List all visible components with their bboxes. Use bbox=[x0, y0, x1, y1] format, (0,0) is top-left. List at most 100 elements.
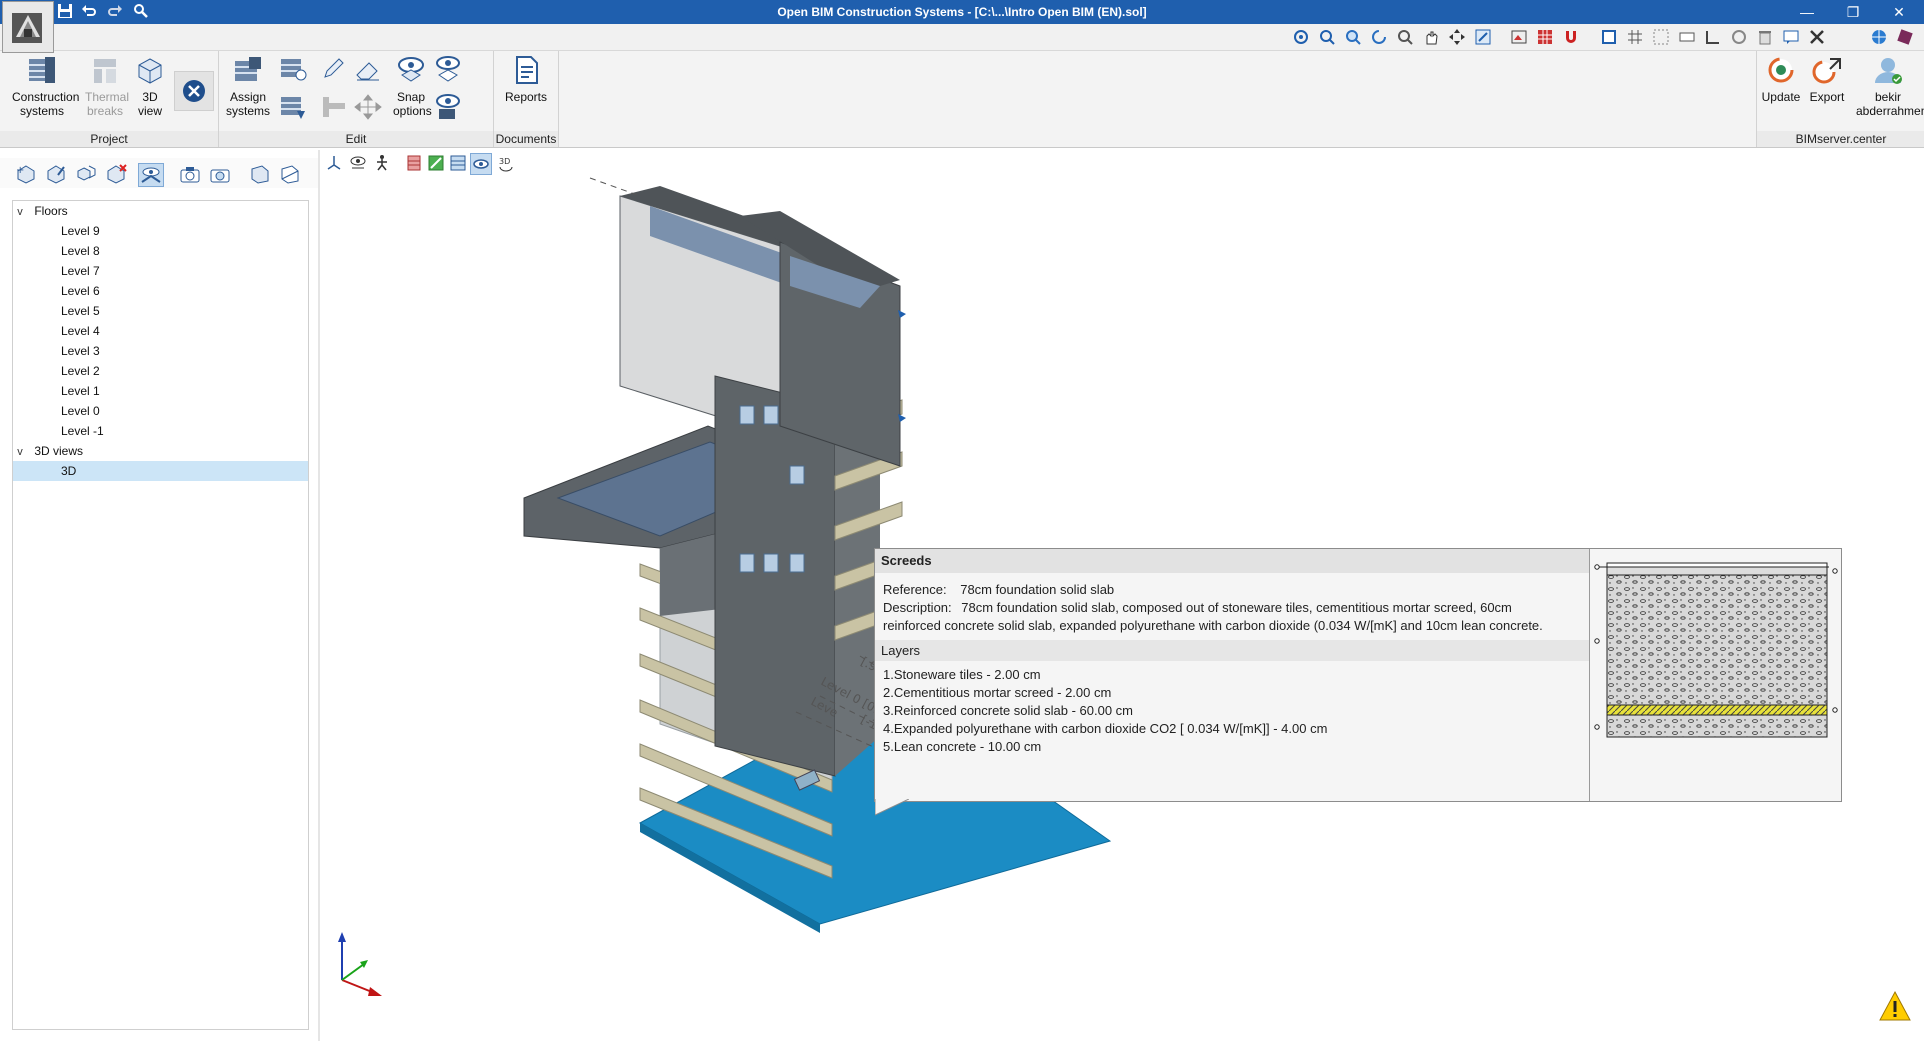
reports-button[interactable]: Reports bbox=[500, 55, 552, 104]
undo-icon[interactable] bbox=[80, 3, 98, 21]
report-icon bbox=[516, 56, 538, 84]
user-account-button[interactable]: bekir abderrahmen bbox=[1851, 55, 1924, 118]
eye-toggle-icon[interactable] bbox=[470, 153, 492, 175]
tools-icon[interactable] bbox=[1808, 28, 1826, 46]
refresh-icon[interactable] bbox=[1370, 28, 1388, 46]
restore-button[interactable]: ❐ bbox=[1830, 0, 1876, 24]
materials-icon[interactable] bbox=[426, 153, 446, 173]
tree-item-level[interactable]: Level 7 bbox=[13, 261, 308, 281]
save-icon[interactable] bbox=[56, 3, 74, 21]
edit-view-icon[interactable] bbox=[44, 163, 68, 185]
tooltip-title: Screeds bbox=[875, 549, 1589, 573]
redraw-icon[interactable] bbox=[1730, 28, 1748, 46]
orbit-icon[interactable] bbox=[1292, 28, 1310, 46]
documents-group: Reports Documents bbox=[494, 51, 559, 147]
dotted-grid-icon[interactable] bbox=[1652, 28, 1670, 46]
export-button[interactable]: Export bbox=[1805, 55, 1849, 104]
delete-icon[interactable] bbox=[1756, 28, 1774, 46]
export-image-icon[interactable] bbox=[1510, 28, 1528, 46]
tree-node-3d-views[interactable]: v 3D views bbox=[13, 441, 308, 461]
move-icon[interactable] bbox=[353, 93, 383, 121]
tree-item-level[interactable]: Level 4 bbox=[13, 321, 308, 341]
chevron-down-icon[interactable]: v bbox=[13, 202, 27, 222]
tree-item-3d-view[interactable]: 3D bbox=[13, 461, 308, 481]
fit-view-icon[interactable] bbox=[1474, 28, 1492, 46]
axes-gizmo bbox=[338, 932, 382, 996]
tree-toolbar: + bbox=[0, 158, 318, 188]
snap-eye-icon bbox=[398, 57, 424, 82]
help-book-icon[interactable] bbox=[1896, 28, 1914, 46]
construction-systems-button[interactable]: Construction systems bbox=[6, 55, 79, 118]
visibility-toggle-icon[interactable] bbox=[138, 163, 164, 187]
3d-view-button[interactable]: 3D view bbox=[132, 55, 168, 118]
section-plane-icon[interactable] bbox=[278, 163, 302, 185]
camera-settings-icon[interactable] bbox=[208, 163, 232, 185]
svg-text:+: + bbox=[16, 165, 24, 176]
layers-icon[interactable] bbox=[404, 153, 424, 173]
dimension-icon[interactable] bbox=[1678, 28, 1696, 46]
tree-item-level[interactable]: Level 3 bbox=[13, 341, 308, 361]
warning-icon[interactable] bbox=[1878, 990, 1912, 1022]
add-view-icon[interactable]: + bbox=[14, 163, 38, 185]
delete-view-icon[interactable] bbox=[104, 163, 128, 185]
avatar-icon bbox=[1875, 58, 1902, 84]
redo-icon[interactable] bbox=[106, 3, 124, 21]
snap-options-button[interactable]: Snap options bbox=[391, 55, 432, 118]
hide-layers-icon[interactable] bbox=[433, 93, 463, 121]
project-group: Construction systems Thermal breaks 3D v… bbox=[0, 51, 219, 147]
pencil-icon[interactable] bbox=[319, 55, 349, 83]
minimize-button[interactable]: — bbox=[1784, 0, 1830, 24]
close-button[interactable]: ✕ bbox=[1876, 0, 1922, 24]
copy-view-icon[interactable] bbox=[74, 163, 98, 185]
app-logo[interactable] bbox=[2, 1, 54, 53]
walk-icon[interactable] bbox=[372, 153, 392, 173]
tree-item-level[interactable]: Level -1 bbox=[13, 421, 308, 441]
render-icon[interactable] bbox=[348, 153, 368, 173]
angle-icon[interactable] bbox=[1704, 28, 1722, 46]
construction-systems-icon bbox=[29, 57, 55, 83]
tooltip-layer-item: 1.Stoneware tiles - 2.00 cm bbox=[883, 667, 1041, 682]
tree-node-floors[interactable]: v Floors bbox=[13, 201, 308, 221]
section-box-icon[interactable] bbox=[248, 163, 272, 185]
pan-icon[interactable] bbox=[1422, 28, 1440, 46]
tree-item-level[interactable]: Level 0 bbox=[13, 401, 308, 421]
tree-item-level[interactable]: Level 9 bbox=[13, 221, 308, 241]
system-edit-icon[interactable] bbox=[277, 55, 307, 83]
thermal-breaks-button[interactable]: Thermal breaks bbox=[80, 55, 130, 118]
close-circle-icon bbox=[183, 80, 205, 102]
tooltip-pointer bbox=[875, 799, 909, 816]
zoom-window-icon[interactable] bbox=[1344, 28, 1362, 46]
move-view-icon[interactable] bbox=[1448, 28, 1466, 46]
bimserver-group: Update Export bekir abderrahmen BIMserve… bbox=[1756, 51, 1924, 147]
visibility-icon[interactable] bbox=[433, 55, 463, 83]
project-tree: v Floors Level 9 Level 8 Level 7 Level 6 Lev… bbox=[12, 200, 309, 1030]
3d-mode-icon[interactable]: 3D bbox=[496, 153, 516, 173]
close-view-button[interactable] bbox=[174, 71, 214, 111]
wireframe-icon[interactable] bbox=[448, 153, 468, 173]
web-icon[interactable] bbox=[1870, 28, 1888, 46]
tooltip-layer-item: 3.Reinforced concrete solid slab - 60.00… bbox=[883, 703, 1134, 718]
measure-icon[interactable] bbox=[319, 93, 349, 121]
magnet-icon[interactable] bbox=[1562, 28, 1580, 46]
tree-item-level[interactable]: Level 5 bbox=[13, 301, 308, 321]
grid-icon[interactable] bbox=[1626, 28, 1644, 46]
assign-systems-button[interactable]: Assign systems bbox=[221, 55, 275, 118]
tree-item-level[interactable]: Level 2 bbox=[13, 361, 308, 381]
zoom-icon[interactable] bbox=[1396, 28, 1414, 46]
cube-icon bbox=[138, 58, 162, 84]
tree-item-level[interactable]: Level 1 bbox=[13, 381, 308, 401]
camera-icon[interactable] bbox=[178, 163, 202, 185]
rectangle-tool-icon[interactable] bbox=[1600, 28, 1618, 46]
chevron-down-icon[interactable]: v bbox=[13, 442, 27, 462]
update-button[interactable]: Update bbox=[1759, 55, 1803, 104]
comment-icon[interactable] bbox=[1782, 28, 1800, 46]
grid-snap-icon[interactable] bbox=[1536, 28, 1554, 46]
zoom-extents-icon[interactable] bbox=[1318, 28, 1336, 46]
tree-item-level[interactable]: Level 6 bbox=[13, 281, 308, 301]
axes-icon[interactable] bbox=[324, 153, 344, 173]
eraser-icon[interactable] bbox=[353, 55, 383, 83]
ribbon: Construction systems Thermal breaks 3D v… bbox=[0, 51, 1924, 148]
tree-item-level[interactable]: Level 8 bbox=[13, 241, 308, 261]
search-icon[interactable] bbox=[132, 3, 150, 21]
system-copy-icon[interactable] bbox=[277, 93, 307, 121]
